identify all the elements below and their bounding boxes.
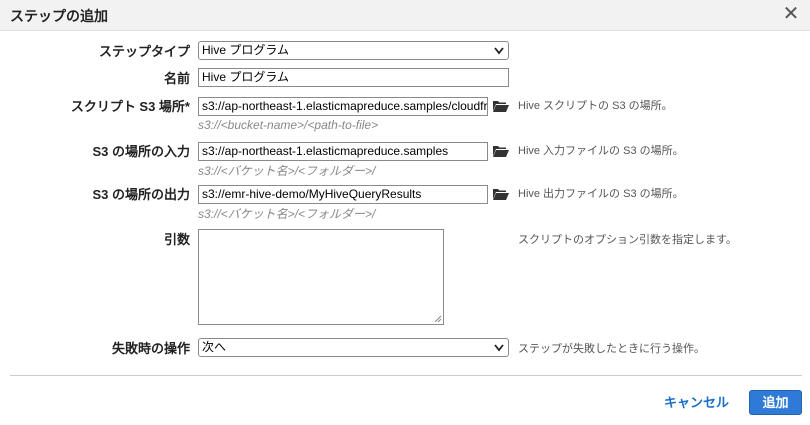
on-failure-select[interactable]: 次へ: [198, 338, 509, 357]
script-location-input[interactable]: s3://ap-northeast-1.elasticmapreduce.sam…: [198, 97, 488, 116]
dialog-header: ステップの追加 ✕: [0, 0, 810, 31]
folder-open-icon[interactable]: [492, 99, 510, 113]
input-location-input[interactable]: s3://ap-northeast-1.elasticmapreduce.sam…: [198, 142, 488, 161]
chevron-down-icon: [494, 344, 504, 352]
script-location-label: スクリプト S3 場所*: [70, 99, 190, 114]
chevron-down-icon: [494, 47, 504, 55]
name-input[interactable]: Hive プログラム: [198, 68, 509, 87]
step-type-select[interactable]: Hive プログラム: [198, 41, 509, 60]
on-failure-hint: ステップが失敗したときに行う操作。: [518, 343, 705, 355]
folder-open-icon[interactable]: [492, 187, 510, 201]
folder-open-icon[interactable]: [492, 144, 510, 158]
arguments-textarea[interactable]: [198, 229, 444, 325]
dialog-title: ステップの追加: [10, 8, 108, 24]
footer-divider: [10, 375, 802, 376]
step-type-label: ステップタイプ: [98, 44, 190, 59]
name-label: 名前: [163, 71, 190, 86]
on-failure-value: 次へ: [202, 340, 227, 354]
arguments-hint: スクリプトのオプション引数を指定します。: [518, 234, 737, 246]
resize-grip-icon[interactable]: [434, 315, 442, 323]
on-failure-label: 失敗時の操作: [111, 341, 190, 356]
output-location-hint: Hive 出力ファイルの S3 の場所。: [518, 188, 684, 200]
input-location-format: s3://<バケット名>/<フォルダー>/: [198, 164, 376, 178]
output-location-label: S3 の場所の出力: [92, 187, 190, 202]
cancel-button[interactable]: キャンセル: [664, 392, 729, 411]
input-location-hint: Hive 入力ファイルの S3 の場所。: [518, 145, 684, 157]
input-location-label: S3 の場所の入力: [92, 144, 190, 159]
output-location-format: s3://<バケット名>/<フォルダー>/: [198, 207, 376, 221]
arguments-label: 引数: [163, 232, 190, 247]
output-location-input[interactable]: s3://emr-hive-demo/MyHiveQueryResults: [198, 185, 488, 204]
step-type-value: Hive プログラム: [202, 43, 289, 57]
script-location-hint: Hive スクリプトの S3 の場所。: [518, 100, 673, 112]
add-button[interactable]: 追加: [749, 390, 802, 415]
close-icon[interactable]: ✕: [780, 3, 802, 25]
script-location-format: s3://<bucket-name>/<path-to-file>: [198, 118, 379, 132]
